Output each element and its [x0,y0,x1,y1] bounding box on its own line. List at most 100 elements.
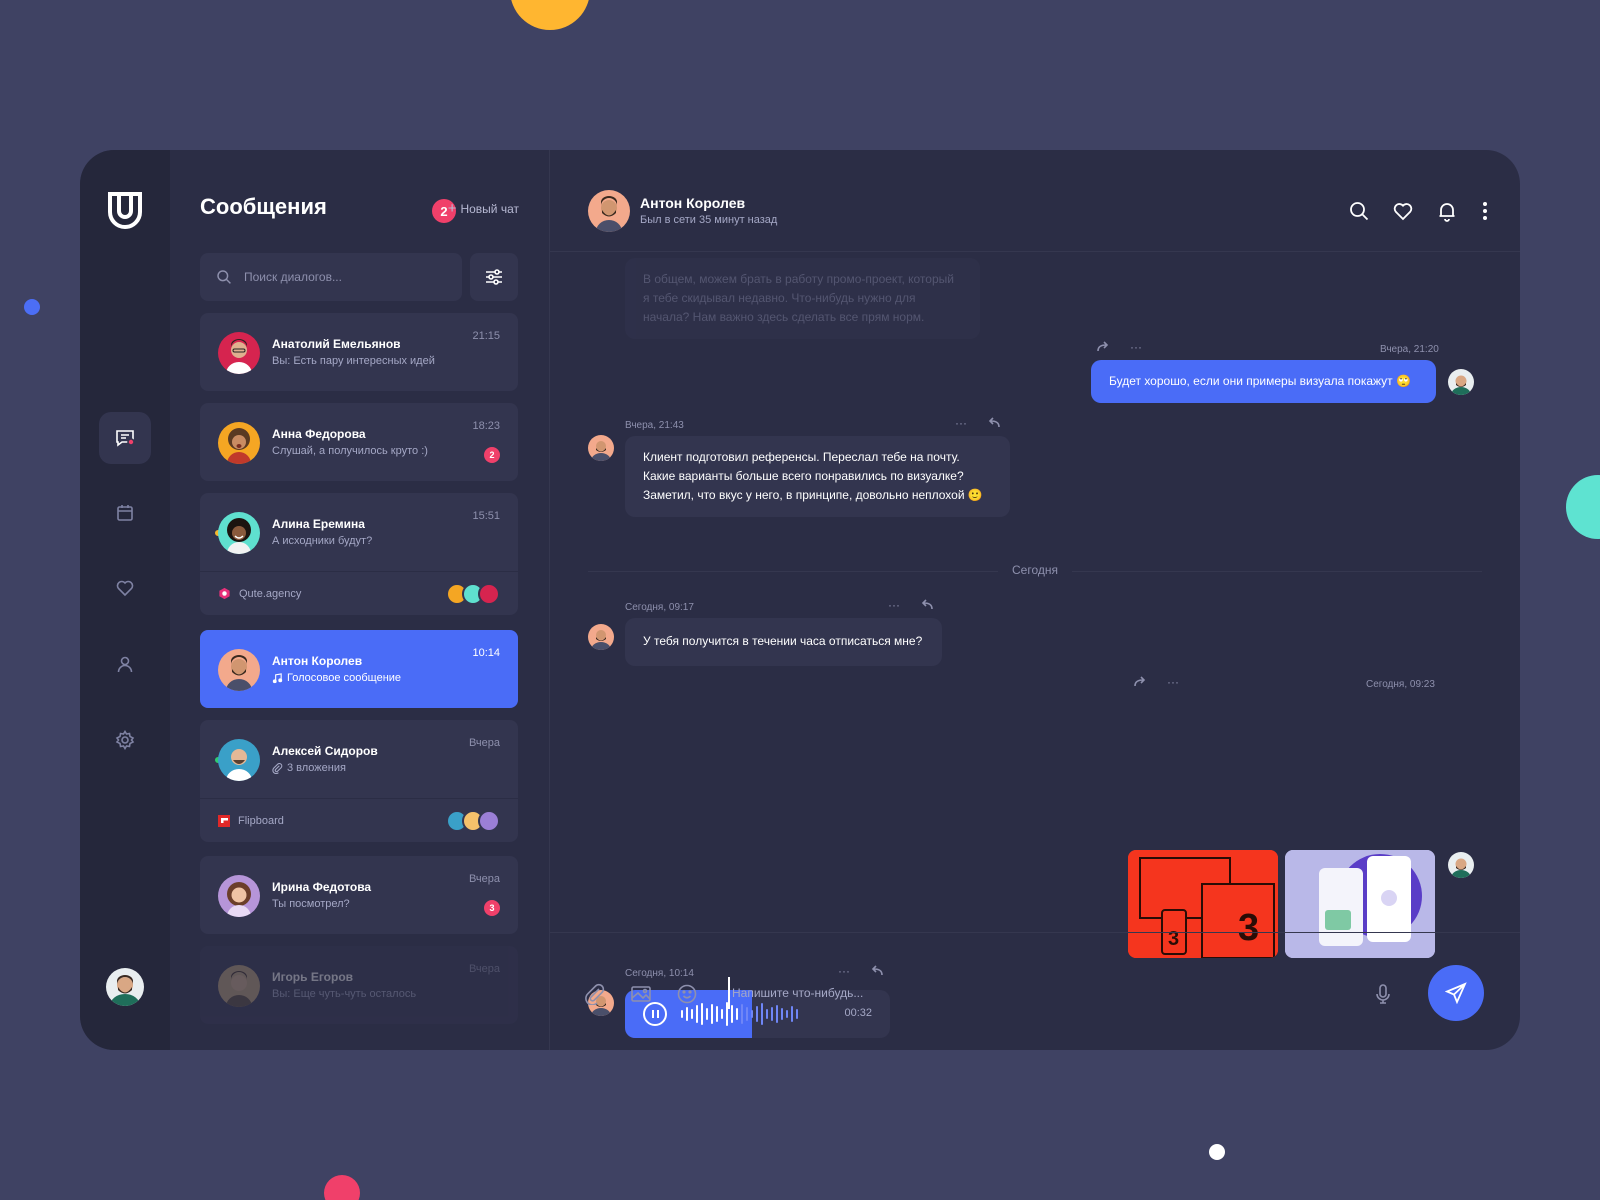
sidebar-item-favorites[interactable] [99,562,151,614]
chat-name: Антон Королев [272,654,363,668]
composer-tools [584,983,698,1005]
message-list: В общем, можем брать в работу промо-прое… [550,252,1520,932]
message-time: Сегодня, 09:23 [1366,679,1435,690]
calendar-icon [117,505,133,521]
message-actions: ··· [1133,675,1179,689]
message-bubble: У тебя получится в течении часа отписать… [625,618,942,666]
current-user-avatar[interactable] [106,968,144,1006]
message-bubble: Будет хорошо, если они примеры визуала п… [1091,360,1436,403]
image-icon[interactable] [630,983,652,1005]
bell-icon [1439,203,1455,222]
contact-name: Антон Королев [640,195,746,211]
chat-list-item[interactable]: Алина Еремина А исходники будут? 15:51 Q… [200,493,518,615]
day-separator-label: Сегодня [998,563,1072,577]
notifications-button[interactable] [1436,200,1458,222]
group-members [446,810,500,832]
more-horizontal-icon[interactable]: ··· [1130,340,1142,354]
avatar [218,965,260,1007]
search-button[interactable] [1348,200,1370,222]
conversation-header: Антон Королев Был в сети 35 минут назад [550,150,1520,252]
avatar [218,422,260,464]
reply-icon[interactable] [987,416,1001,430]
forward-icon[interactable] [1096,340,1110,354]
app-logo [108,192,142,229]
group-name: Qute.agency [239,587,302,600]
message-composer [550,932,1520,1050]
chat-name: Анна Федорова [272,427,366,441]
chat-time: Вчера [468,963,500,975]
avatar [218,649,260,691]
avatar [218,332,260,374]
chat-time: Вчера [468,737,500,749]
search-icon [1350,202,1369,221]
chat-preview: Голосовое сообщение [272,672,401,684]
user-icon [117,656,133,673]
paperclip-icon[interactable] [584,983,606,1005]
group-info: Flipboard [200,798,518,842]
chat-list-item[interactable]: Антон Королев Голосовое сообщение 10:14 [200,630,518,708]
chat-list-item[interactable]: Анатолий Емельянов Вы: Есть пару интерес… [200,313,518,391]
favorite-button[interactable] [1392,200,1414,222]
chat-list-item[interactable]: Алексей Сидоров 3 вложения Вчера Flipboa… [200,720,518,842]
messenger-window: Сообщения 2 + Новый чат Анатолий Еме [80,150,1520,1050]
chat-name: Алексей Сидоров [272,744,378,758]
music-note-icon [272,672,283,683]
contact-avatar[interactable] [588,190,630,232]
chat-time: 10:14 [472,647,500,659]
flipboard-logo-icon [218,814,230,827]
avatar [478,810,500,832]
chat-list-item[interactable]: Анна Федорова Слушай, а получилось круто… [200,403,518,481]
heart-icon [116,580,134,597]
chat-list-item[interactable]: Игорь Егоров Вы: Еще чуть-чуть осталось … [200,946,518,1024]
sidebar-item-calendar[interactable] [99,487,151,539]
gear-icon [115,730,135,750]
chat-preview: Ты посмотрел? [272,898,350,910]
sidebar-rail [80,150,170,1050]
chat-preview: Вы: Еще чуть-чуть осталось [272,988,417,1000]
chat-list-item[interactable]: Ирина Федотова Ты посмотрел? Вчера 3 [200,856,518,934]
current-user-avatar [1448,852,1474,878]
decorative-circle-teal [1566,475,1600,539]
message-time: Вчера, 21:43 [625,420,684,431]
conversation-panel: Антон Королев Был в сети 35 минут назад [550,150,1520,1050]
search-icon [217,270,231,284]
search-input[interactable] [244,270,434,284]
new-chat-button[interactable]: + Новый чат [447,200,519,217]
message-actions: ··· [1096,340,1142,354]
sidebar-item-settings[interactable] [99,714,151,766]
avatar [218,739,260,781]
group-info: Qute.agency [200,571,518,615]
forward-icon[interactable] [1133,675,1147,689]
more-button[interactable] [1480,200,1490,222]
filter-button[interactable] [470,253,518,301]
sidebar-item-messages[interactable] [99,412,151,464]
unread-badge: 3 [484,900,500,916]
message-time: Сегодня, 09:17 [625,602,694,613]
microphone-icon [1376,984,1390,1004]
chat-time: 21:15 [472,330,500,342]
group-members [446,583,500,605]
chat-name: Анатолий Емельянов [272,337,401,351]
contact-status: Был в сети 35 минут назад [640,214,778,226]
more-horizontal-icon[interactable]: ··· [1167,675,1179,689]
message-input[interactable] [728,977,1328,1009]
message-actions: ··· [955,416,1001,430]
more-horizontal-icon[interactable]: ··· [955,416,967,430]
decorative-circle-red [324,1175,360,1200]
decorative-circle-yellow [510,0,590,30]
sidebar-item-profile[interactable] [99,638,151,690]
send-button[interactable] [1428,965,1484,1021]
chat-name: Алина Еремина [272,517,365,531]
message-bubble: Клиент подготовил референсы. Переслал те… [625,436,1010,517]
chat-preview: Слушай, а получилось круто :) [272,445,428,457]
more-horizontal-icon[interactable]: ··· [888,598,900,612]
microphone-button[interactable] [1372,983,1394,1005]
emoji-icon[interactable] [676,983,698,1005]
chat-time: 15:51 [472,510,500,522]
plus-icon: + [447,200,457,217]
unread-badge: 2 [484,447,500,463]
contact-avatar [588,435,614,461]
new-chat-label: Новый чат [460,202,519,216]
reply-icon[interactable] [920,598,934,612]
paperclip-icon [272,762,283,774]
